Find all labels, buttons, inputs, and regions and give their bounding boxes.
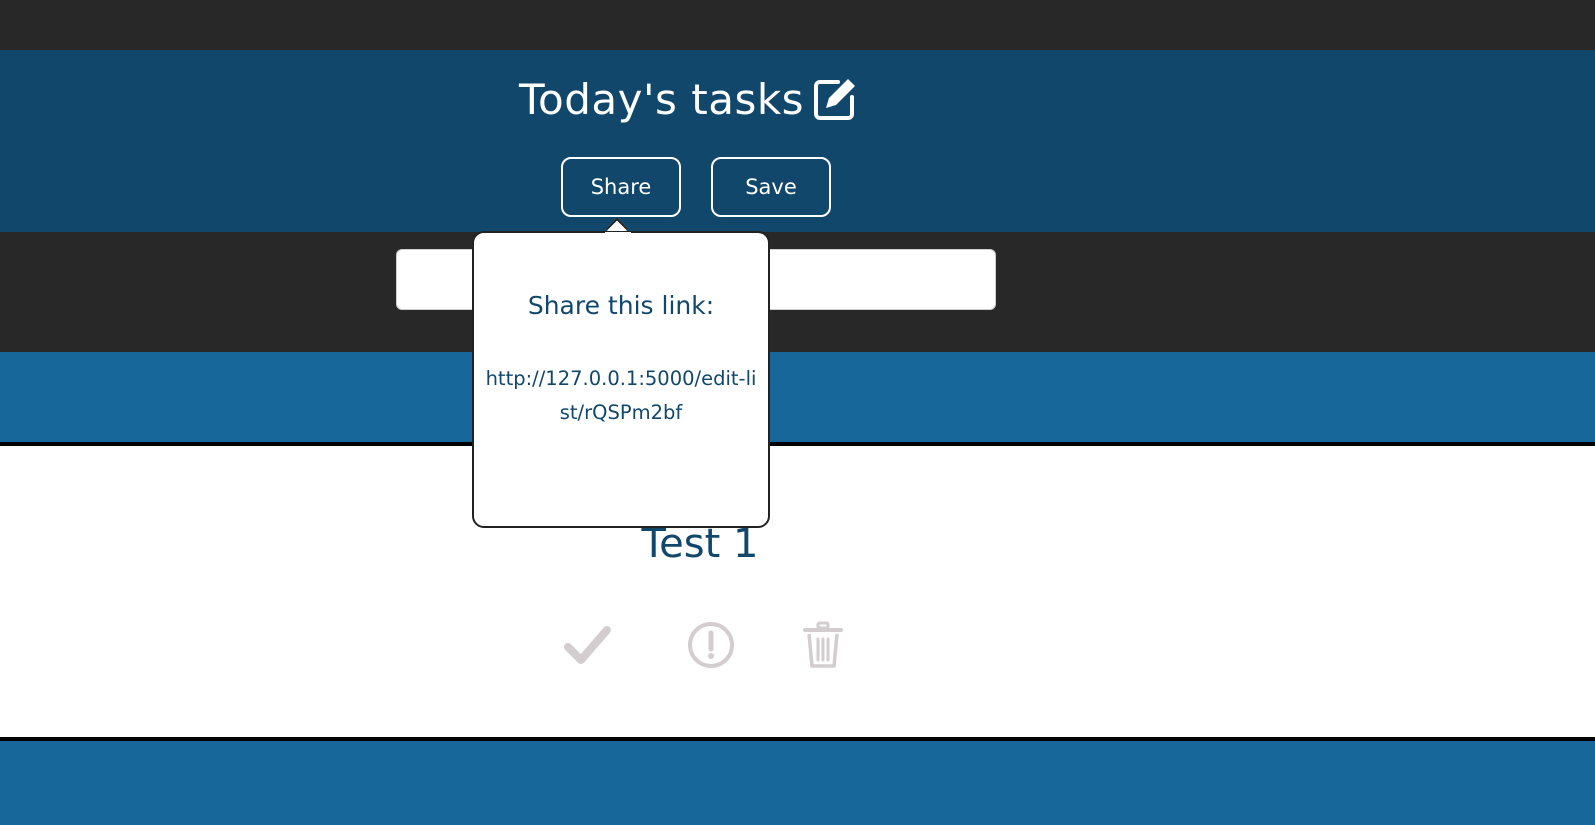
divider-band: [0, 352, 1595, 444]
popover-arrow-cover: [605, 232, 631, 238]
list-title: Today's tasks: [519, 75, 805, 124]
footer-band: [0, 741, 1595, 825]
exclamation-circle-icon[interactable]: [686, 620, 736, 670]
share-popover-heading: Share this link:: [527, 291, 715, 320]
save-button[interactable]: Save: [711, 157, 831, 217]
trash-icon[interactable]: [798, 620, 848, 670]
check-icon[interactable]: [563, 620, 613, 670]
share-link[interactable]: http://127.0.0.1:5000/edit-list/rQSPm2bf: [484, 362, 758, 430]
edit-icon[interactable]: [812, 76, 858, 122]
top-bar: [0, 0, 1595, 50]
task-card: [0, 446, 1595, 737]
share-button[interactable]: Share: [561, 157, 681, 217]
